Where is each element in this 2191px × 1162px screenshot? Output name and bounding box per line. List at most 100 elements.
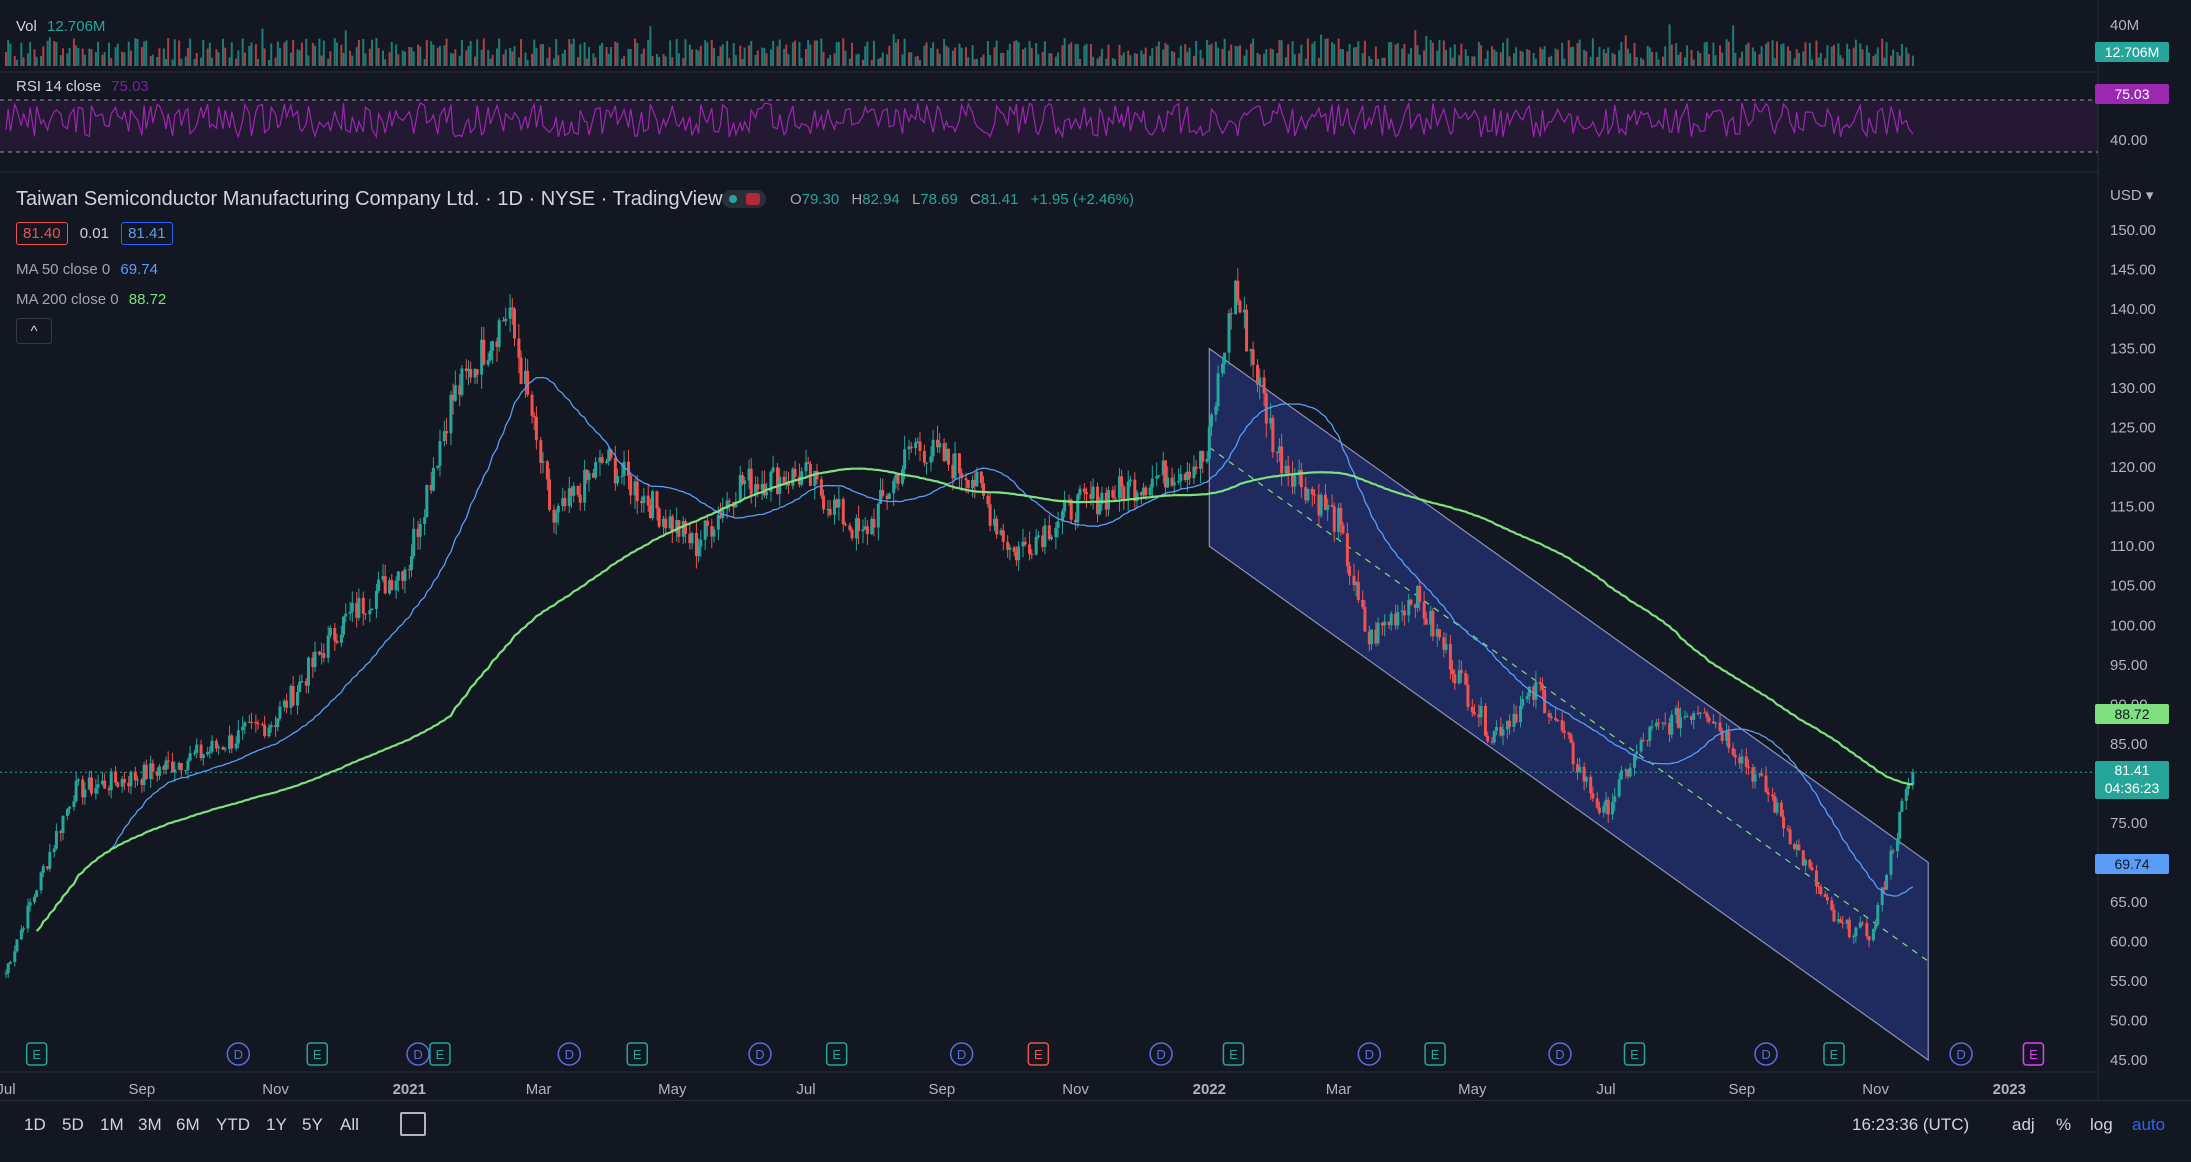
dividend-label: D: [755, 1047, 764, 1062]
volume-bar: [1760, 46, 1763, 66]
candle-body: [1584, 776, 1588, 782]
range-5y[interactable]: 5Y: [302, 1115, 323, 1135]
candle-body: [605, 461, 609, 463]
candle-body: [1345, 533, 1349, 567]
price-tick-label: 120.00: [2110, 459, 2156, 476]
candle-body: [4, 973, 8, 975]
utc-clock[interactable]: 16:23:36 (UTC): [1852, 1115, 1969, 1135]
candle-body: [241, 726, 245, 731]
collapse-legend-button[interactable]: ^: [16, 318, 52, 344]
candle-body: [1258, 377, 1262, 385]
candle-body: [1451, 669, 1455, 675]
price-tick-label: 75.00: [2110, 815, 2148, 832]
volume-bar: [480, 49, 483, 66]
volume-bar: [1727, 41, 1730, 66]
candle-body: [122, 778, 126, 783]
volume-bar: [1782, 43, 1785, 66]
candle-body: [403, 569, 407, 581]
rsi-last-badge: 75.03: [2095, 84, 2169, 104]
candle-body: [651, 491, 655, 519]
volume-bar: [403, 51, 406, 66]
volume-bar: [1311, 43, 1314, 66]
range-1y[interactable]: 1Y: [266, 1115, 287, 1135]
volume-bar: [1096, 58, 1099, 66]
volume-bar: [401, 50, 404, 66]
volume-bar: [230, 42, 233, 66]
volume-bar: [283, 42, 286, 66]
volume-bar: [1471, 56, 1474, 66]
log-toggle[interactable]: log: [2090, 1115, 2113, 1135]
bid-price[interactable]: 81.40: [16, 222, 68, 245]
candle-body: [922, 450, 926, 463]
candle-body: [1639, 739, 1643, 752]
candle-body: [749, 468, 753, 495]
candle-body: [548, 479, 552, 510]
volume-bar: [1122, 52, 1125, 66]
volume-bar: [1808, 42, 1811, 66]
price-chart[interactable]: 150.00 145.00 140.00 135.00 130.00 125.00 120.…: [0, 0, 2191, 1162]
volume-bar: [533, 39, 536, 66]
volume-bar: [1541, 49, 1544, 66]
volume-bar: [1771, 40, 1774, 66]
candle-body: [482, 339, 486, 365]
time-tick-label: Sep: [929, 1081, 956, 1098]
volume-bar: [813, 40, 816, 66]
ma200-legend[interactable]: MA 200 close 0 88.72: [16, 291, 166, 308]
volume-bar: [861, 59, 864, 66]
volume-bar: [1602, 49, 1605, 66]
volume-bar: [1911, 55, 1914, 66]
volume-bar: [1171, 51, 1174, 66]
volume-bar: [1817, 57, 1820, 66]
candle-body: [1209, 414, 1213, 427]
volume-bar: [1184, 44, 1187, 66]
volume-bar: [33, 49, 36, 66]
earnings-label: E: [633, 1047, 642, 1062]
goto-date-icon[interactable]: [400, 1112, 426, 1136]
range-1m[interactable]: 1M: [100, 1115, 124, 1135]
range-3m[interactable]: 3M: [138, 1115, 162, 1135]
volume-bar: [1013, 41, 1016, 66]
ma50-legend[interactable]: MA 50 close 0 69.74: [16, 261, 158, 278]
price-tick-label: 60.00: [2110, 933, 2148, 950]
volume-bar: [504, 49, 507, 66]
volume-bar: [526, 59, 529, 66]
range-ytd[interactable]: YTD: [216, 1115, 250, 1135]
volume-bar: [1300, 44, 1303, 66]
candle-body: [1896, 838, 1900, 851]
ma200-badge: 88.72: [2095, 704, 2169, 724]
percent-toggle[interactable]: %: [2056, 1115, 2071, 1135]
volume-bar: [1407, 53, 1410, 66]
volume-bar: [1745, 44, 1748, 66]
range-6m[interactable]: 6M: [176, 1115, 200, 1135]
volume-bar: [1519, 50, 1522, 66]
candle-body: [19, 929, 23, 940]
range-5d[interactable]: 5D: [62, 1115, 84, 1135]
volume-bar: [835, 42, 838, 66]
volume-bar: [866, 41, 869, 66]
volume-bar: [1357, 41, 1360, 66]
candle-body: [1369, 629, 1373, 645]
adj-toggle[interactable]: adj: [2012, 1115, 2035, 1135]
candle-body: [903, 449, 907, 470]
volume-bar: [143, 41, 146, 66]
ask-price[interactable]: 81.41: [121, 222, 173, 245]
volume-bar: [162, 48, 165, 66]
candle-body: [374, 591, 378, 609]
range-all[interactable]: All: [340, 1115, 359, 1135]
candle-body: [629, 475, 633, 496]
auto-toggle[interactable]: auto: [2132, 1115, 2165, 1135]
candle-body: [616, 475, 620, 484]
range-1d[interactable]: 1D: [24, 1115, 46, 1135]
candle-body: [1012, 547, 1016, 553]
volume-bar: [1477, 42, 1480, 66]
volume-bar: [1414, 30, 1417, 67]
volume-bar: [1355, 47, 1358, 66]
volume-bar: [66, 53, 69, 66]
candle-body: [929, 456, 933, 463]
volume-bar: [1874, 53, 1877, 66]
visibility-toggle[interactable]: [722, 190, 766, 212]
candle-body: [1819, 886, 1823, 895]
volume-bar: [1429, 40, 1432, 66]
volume-bar: [1133, 53, 1136, 66]
candle-body: [1663, 722, 1667, 724]
